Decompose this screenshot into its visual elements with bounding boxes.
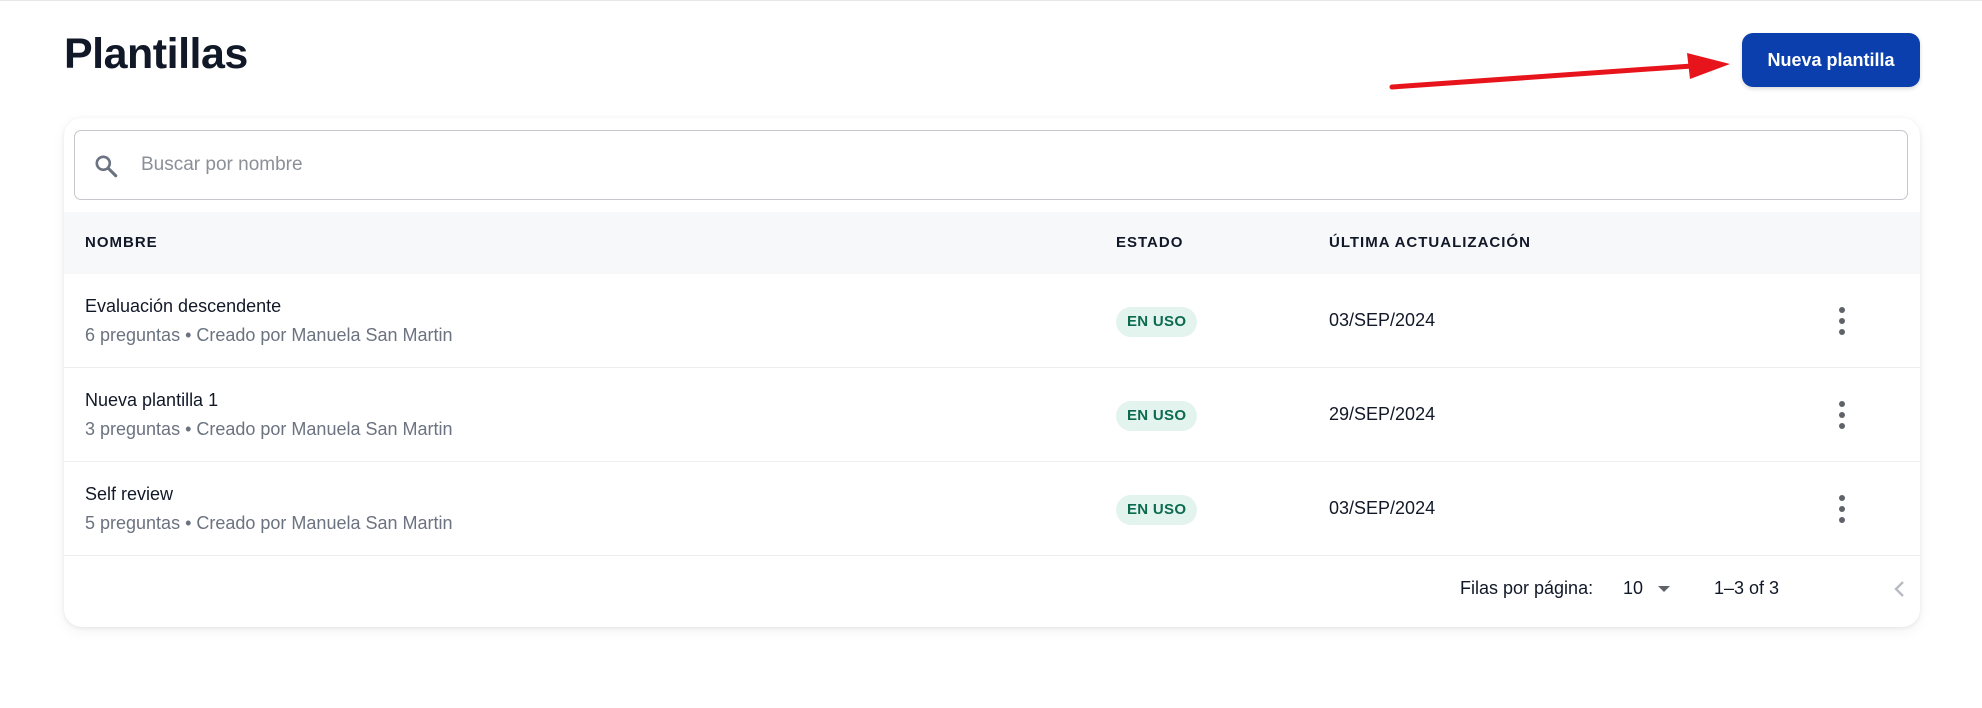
chevron-left-icon: [1894, 581, 1904, 597]
template-name: Evaluación descendente: [85, 296, 282, 316]
top-divider: [0, 0, 1982, 1]
column-header-updated[interactable]: ÚLTIMA ACTUALIZACIÓN: [1329, 212, 1531, 274]
rows-per-page-value: 10: [1623, 578, 1644, 598]
status-badge: EN USO: [1116, 307, 1198, 337]
more-vert-icon: [1839, 401, 1845, 429]
more-vert-icon: [1839, 495, 1845, 523]
table-row[interactable]: Nueva plantilla 1 3 preguntas • Creado p…: [64, 368, 1920, 462]
table-row[interactable]: Self review 5 preguntas • Creado por Man…: [64, 462, 1920, 556]
updated-date: 03/SEP/2024: [1329, 498, 1436, 518]
pagination: Filas por página: 10 1–3 of 3: [64, 556, 1920, 622]
table-row[interactable]: Evaluación descendente 6 preguntas • Cre…: [64, 274, 1920, 368]
status-badge: EN USO: [1116, 495, 1198, 525]
page-range: 1–3 of 3: [1714, 578, 1780, 598]
caret-down-icon: [1658, 586, 1670, 592]
search-field[interactable]: [74, 130, 1908, 200]
row-menu-button[interactable]: [1827, 304, 1857, 338]
status-badge: EN USO: [1116, 401, 1198, 431]
templates-card: NOMBRE ESTADO ÚLTIMA ACTUALIZACIÓN Evalu…: [64, 118, 1920, 627]
template-name: Self review: [85, 484, 174, 504]
column-header-status[interactable]: ESTADO: [1116, 212, 1183, 274]
previous-page-button[interactable]: [1882, 570, 1918, 608]
annotation-arrow: [1389, 53, 1730, 90]
search-input[interactable]: [141, 131, 1881, 199]
row-menu-button[interactable]: [1827, 398, 1857, 432]
rows-per-page-select[interactable]: 10: [1617, 572, 1677, 606]
row-menu-button[interactable]: [1827, 492, 1857, 526]
template-meta: 5 preguntas • Creado por Manuela San Mar…: [85, 513, 453, 533]
column-header-name[interactable]: NOMBRE: [85, 212, 158, 274]
template-meta: 6 preguntas • Creado por Manuela San Mar…: [85, 325, 453, 345]
more-vert-icon: [1839, 307, 1845, 335]
search-icon: [95, 155, 118, 178]
table-header: NOMBRE ESTADO ÚLTIMA ACTUALIZACIÓN: [64, 212, 1920, 274]
template-name: Nueva plantilla 1: [85, 390, 219, 410]
updated-date: 03/SEP/2024: [1329, 310, 1436, 330]
new-template-button[interactable]: Nueva plantilla: [1742, 33, 1920, 87]
template-meta: 3 preguntas • Creado por Manuela San Mar…: [85, 419, 453, 439]
page-title: Plantillas: [64, 30, 248, 78]
rows-per-page-label: Filas por página:: [1460, 578, 1594, 598]
updated-date: 29/SEP/2024: [1329, 404, 1436, 424]
